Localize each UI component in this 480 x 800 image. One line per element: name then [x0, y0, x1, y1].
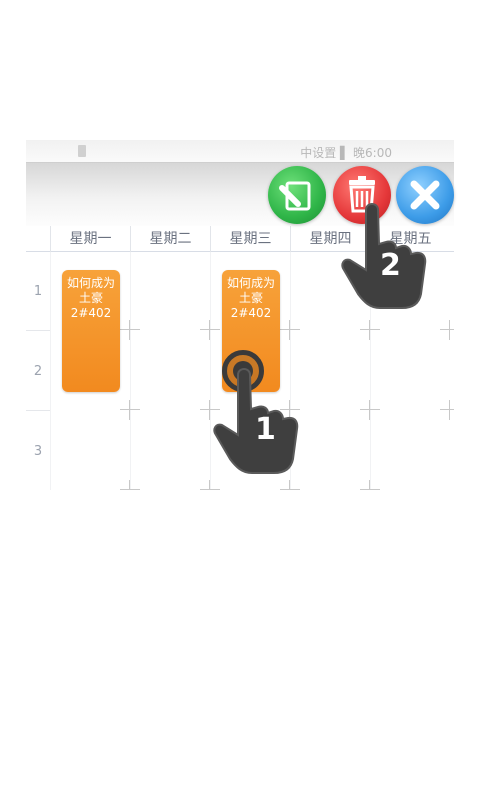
course-room: 2#402	[230, 306, 272, 320]
course-room: 2#402	[70, 306, 112, 320]
day-monday: 星期一	[50, 226, 130, 252]
row-divider	[26, 330, 50, 331]
add-slot-button[interactable]	[280, 320, 300, 340]
day-tuesday: 星期二	[130, 226, 210, 252]
add-slot-button[interactable]	[440, 320, 454, 340]
add-slot-button[interactable]	[120, 480, 140, 490]
add-slot-button[interactable]	[120, 400, 140, 420]
add-slot-button[interactable]	[280, 480, 300, 490]
row-number: 1	[33, 284, 43, 299]
course-title-line2: 土豪	[238, 291, 263, 305]
edit-button[interactable]	[268, 166, 326, 224]
add-slot-button[interactable]	[360, 400, 380, 420]
row-number: 2	[33, 364, 43, 379]
day-wednesday: 星期三	[210, 226, 290, 252]
add-slot-button[interactable]	[200, 320, 220, 340]
grid-line	[130, 252, 131, 490]
gesture-step-number: 2	[380, 248, 401, 283]
grid-line	[50, 252, 51, 490]
course-title-line1: 如何成为	[226, 276, 275, 290]
status-bar: 中设置 ▌ 晚6:00	[26, 140, 454, 162]
status-text: 中设置 ▌ 晚6:00	[300, 146, 392, 160]
add-slot-button[interactable]	[120, 320, 140, 340]
add-slot-button[interactable]	[360, 320, 380, 340]
edit-icon	[279, 181, 311, 211]
add-slot-button[interactable]	[360, 480, 380, 490]
row-number: 3	[33, 444, 43, 459]
notification-icon	[78, 145, 86, 157]
course-title-line2: 土豪	[78, 291, 103, 305]
add-slot-button[interactable]	[200, 480, 220, 490]
course-card[interactable]: 如何成为 土豪 2#402	[62, 270, 120, 392]
gesture-step-number: 1	[255, 412, 276, 447]
add-slot-button[interactable]	[440, 400, 454, 420]
row-divider	[26, 410, 50, 411]
course-title-line1: 如何成为	[66, 276, 115, 290]
